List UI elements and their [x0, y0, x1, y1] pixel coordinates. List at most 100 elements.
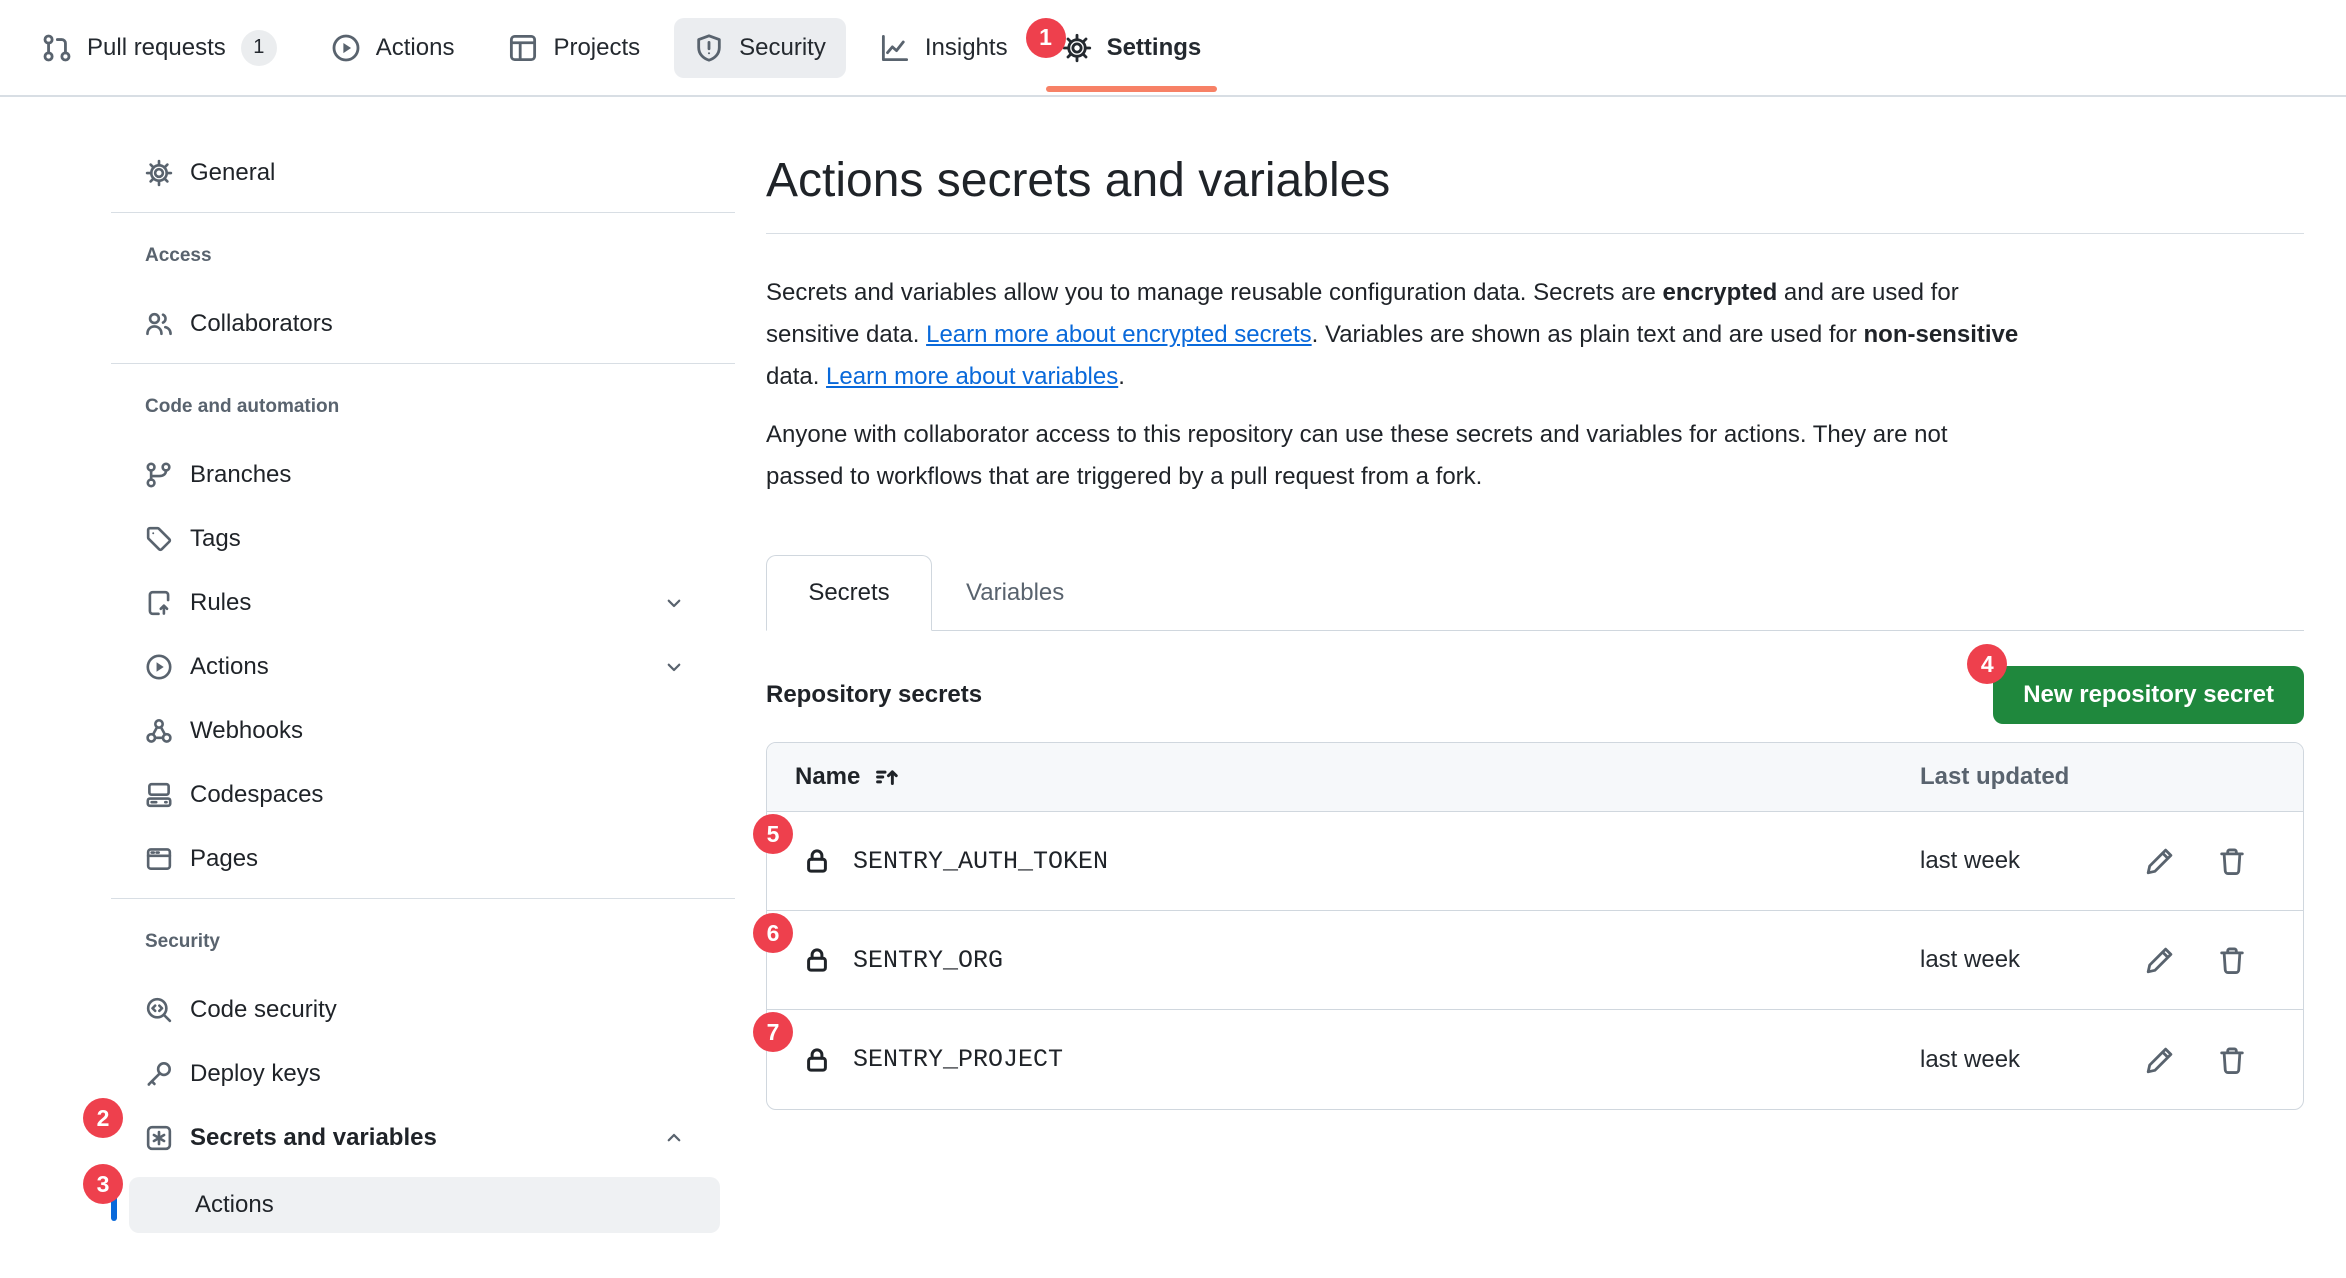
sidebar-divider — [111, 363, 735, 364]
nav-actions[interactable]: Actions — [311, 18, 475, 78]
tab-variables[interactable]: Variables — [932, 555, 1098, 630]
sidebar-subitem-label: Actions — [195, 1191, 274, 1219]
sidebar-item-label: Branches — [190, 461, 291, 489]
sidebar-item-codespaces[interactable]: Codespaces — [129, 770, 702, 820]
sidebar-item-branches[interactable]: Branches — [129, 450, 702, 500]
intro-text: . Variables are shown as plain text and … — [1312, 321, 1864, 348]
intro-bold-encrypted: encrypted — [1663, 279, 1778, 306]
delete-secret-button[interactable] — [2217, 1045, 2303, 1075]
sidebar-subitem-actions-selected[interactable]: 3 Actions — [129, 1177, 720, 1233]
trash-icon — [2217, 846, 2247, 876]
pencil-icon — [2145, 846, 2175, 876]
secret-name: SENTRY_PROJECT — [853, 1045, 1063, 1074]
link-encrypted-secrets[interactable]: Learn more about encrypted secrets — [926, 321, 1312, 348]
key-icon — [145, 1060, 173, 1088]
sort-ascending-icon — [874, 764, 900, 790]
projects-table-icon — [508, 33, 538, 63]
play-circle-icon — [145, 653, 173, 681]
annotation-badge-1: 1 — [1026, 18, 1066, 58]
delete-secret-button[interactable] — [2217, 846, 2303, 876]
name-column-header[interactable]: Name — [767, 763, 1920, 791]
secret-updated-cell: last week — [1920, 847, 2145, 875]
sidebar-item-secrets-and-variables[interactable]: 2 Secrets and variables — [129, 1113, 702, 1163]
secret-name-cell: SENTRY_PROJECT — [767, 1045, 1920, 1074]
gear-icon — [145, 159, 173, 187]
sidebar-item-rules[interactable]: Rules — [129, 578, 702, 628]
sidebar-item-label: Deploy keys — [190, 1060, 321, 1088]
name-header-label: Name — [795, 763, 860, 791]
tab-secrets[interactable]: Secrets — [766, 555, 932, 631]
nav-pull-requests[interactable]: Pull requests 1 — [22, 15, 297, 81]
title-divider — [766, 233, 2304, 234]
nav-insights[interactable]: Insights — [860, 18, 1028, 78]
annotation-badge-3: 3 — [83, 1164, 123, 1204]
nav-security-label: Security — [739, 34, 826, 62]
secret-updated-cell: last week — [1920, 1046, 2145, 1074]
new-repository-secret-button[interactable]: 4 New repository secret — [1993, 666, 2304, 724]
lock-icon — [803, 946, 831, 974]
trash-icon — [2217, 945, 2247, 975]
annotation-badge-2: 2 — [83, 1098, 123, 1138]
last-updated-column-header: Last updated — [1920, 763, 2145, 791]
sidebar-divider — [111, 212, 735, 213]
annotation-badge-5: 5 — [753, 814, 793, 854]
intro-text: and are used for — [1777, 279, 1958, 306]
annotation-badge-6: 6 — [753, 913, 793, 953]
webhook-icon — [145, 717, 173, 745]
secret-name-cell: SENTRY_ORG — [767, 946, 1920, 975]
browser-window-icon — [145, 845, 173, 873]
sidebar-item-label: Collaborators — [190, 310, 333, 338]
annotation-badge-4: 4 — [1967, 644, 2007, 684]
sidebar-item-label: Codespaces — [190, 781, 323, 809]
repo-tab-nav: Pull requests 1 Actions Projects Securit… — [0, 0, 2346, 97]
gear-icon — [1062, 33, 1092, 63]
repository-secrets-header-row: Repository secrets 4 New repository secr… — [766, 666, 2304, 724]
sidebar-item-tags[interactable]: Tags — [129, 514, 702, 564]
sidebar-section-access: Access — [145, 243, 735, 269]
sidebar-item-collaborators[interactable]: Collaborators — [129, 299, 702, 349]
codespaces-icon — [145, 781, 173, 809]
shield-exclamation-icon — [694, 33, 724, 63]
nav-pull-requests-label: Pull requests — [87, 34, 226, 62]
nav-settings-label: Settings — [1107, 34, 1202, 62]
sidebar-item-code-security[interactable]: Code security — [129, 985, 702, 1035]
people-icon — [145, 310, 173, 338]
link-variables[interactable]: Learn more about variables — [826, 363, 1118, 390]
lock-icon — [803, 1046, 831, 1074]
sidebar-item-label: Rules — [190, 589, 251, 617]
sidebar-section-security: Security — [145, 929, 735, 955]
nav-projects[interactable]: Projects — [488, 18, 660, 78]
annotation-badge-7: 7 — [753, 1012, 793, 1052]
repository-secrets-table: Name Last updated 5 SENTRY_AUTH_TOKEN la… — [766, 742, 2304, 1110]
active-tab-underline — [1046, 86, 1218, 92]
rules-icon — [145, 589, 173, 617]
nav-security[interactable]: Security — [674, 18, 846, 78]
pull-requests-count-badge: 1 — [241, 30, 277, 66]
sidebar-item-webhooks[interactable]: Webhooks — [129, 706, 702, 756]
sidebar-item-label: General — [190, 159, 275, 187]
graph-icon — [880, 33, 910, 63]
tag-icon — [145, 525, 173, 553]
sidebar-item-pages[interactable]: Pages — [129, 834, 702, 884]
edit-secret-button[interactable] — [2145, 846, 2217, 876]
secret-name: SENTRY_ORG — [853, 946, 1003, 975]
sidebar-item-general[interactable]: General — [129, 148, 702, 198]
git-branch-icon — [145, 461, 173, 489]
intro-text: Secrets and variables allow you to manag… — [766, 279, 1663, 306]
delete-secret-button[interactable] — [2217, 945, 2303, 975]
settings-sidebar: General Access Collaborators Code and au… — [111, 97, 735, 1233]
sidebar-item-actions[interactable]: Actions — [129, 642, 702, 692]
table-header-row: Name Last updated — [767, 743, 2303, 812]
secret-name: SENTRY_AUTH_TOKEN — [853, 847, 1108, 876]
edit-secret-button[interactable] — [2145, 945, 2217, 975]
sidebar-item-label: Secrets and variables — [190, 1124, 437, 1152]
chevron-down-icon — [662, 655, 686, 679]
note-text: passed to workflows that are triggered b… — [766, 463, 1482, 490]
pencil-icon — [2145, 945, 2175, 975]
intro-text: . — [1118, 363, 1125, 390]
github-repo-settings-page: Pull requests 1 Actions Projects Securit… — [0, 0, 2346, 1278]
sidebar-item-deploy-keys[interactable]: Deploy keys — [129, 1049, 702, 1099]
nav-settings[interactable]: 1 Settings — [1042, 18, 1222, 78]
new-repository-secret-label: New repository secret — [2023, 681, 2274, 709]
edit-secret-button[interactable] — [2145, 1045, 2217, 1075]
